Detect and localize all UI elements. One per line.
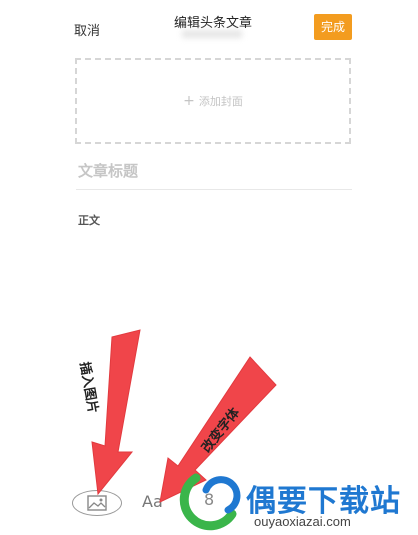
image-icon [87, 495, 107, 511]
article-title-input[interactable]: 文章标题 [76, 156, 352, 190]
add-cover-label: 添加封面 [198, 95, 243, 108]
blurred-subtitle [182, 30, 242, 38]
watermark: 偶要下载站 ouyaoxiazai.com [176, 470, 418, 535]
add-cover-box[interactable]: + 添加封面 [75, 58, 351, 144]
editor-header: 取消 编辑头条文章 完成 [64, 0, 362, 46]
watermark-logo-icon [179, 473, 241, 531]
plus-icon: + [183, 93, 195, 109]
watermark-site-url: ouyaoxiazai.com [254, 514, 351, 529]
done-button[interactable]: 完成 [314, 14, 352, 40]
article-title-placeholder: 文章标题 [78, 162, 139, 180]
font-button[interactable]: Aa [142, 492, 163, 511]
insert-image-button[interactable] [72, 490, 122, 516]
article-body-placeholder: 正文 [78, 214, 100, 227]
